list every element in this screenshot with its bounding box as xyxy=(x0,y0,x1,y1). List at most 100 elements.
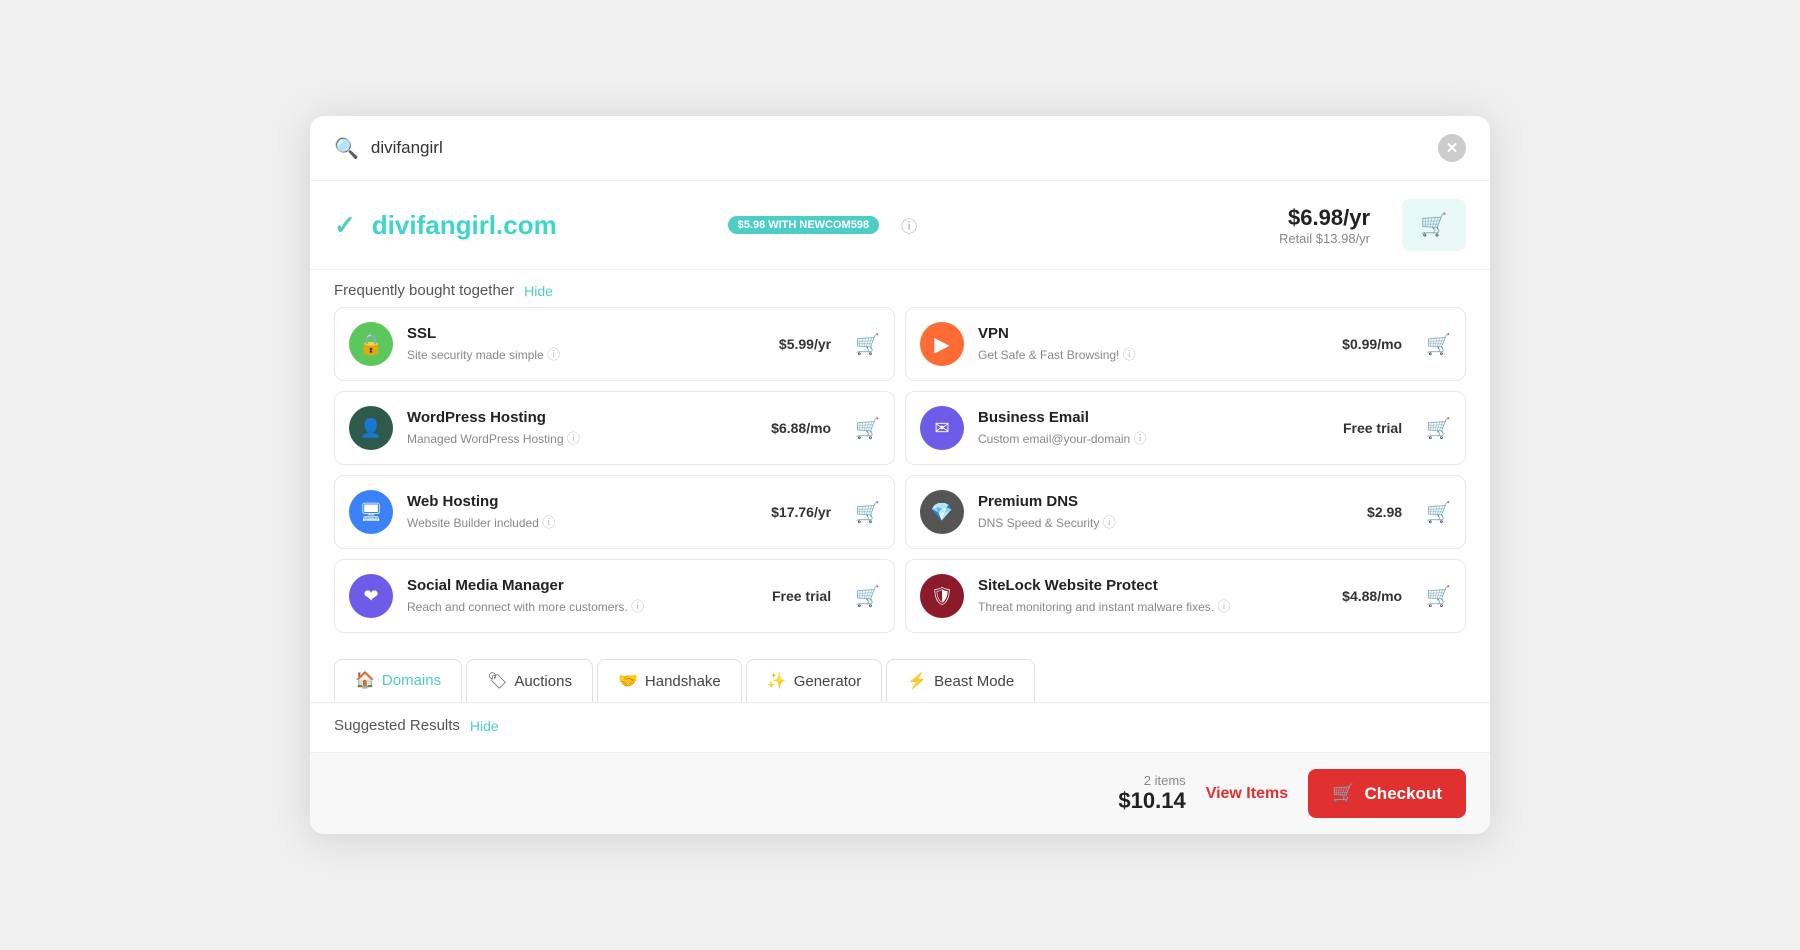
tabs-row: 🏠 Domains 🏷 Auctions 🤝 Handshake ✨ Gener… xyxy=(310,649,1490,703)
addon-webhosting-cart-button[interactable]: 🛒 xyxy=(855,500,880,525)
addon-social-desc: Reach and connect with more customers. ⓘ xyxy=(407,596,758,615)
addon-vpn-price: $0.99/mo xyxy=(1342,336,1402,352)
addon-wordpress-info: WordPress Hosting Managed WordPress Host… xyxy=(407,409,757,447)
addon-social-cart-button[interactable]: 🛒 xyxy=(855,584,880,609)
social-icon: ❤ xyxy=(349,574,393,618)
main-modal: 🔍 ✕ ✓ divifangirl.com $5.98 WITH NEWCOM5… xyxy=(310,116,1490,834)
addon-wordpress-name: WordPress Hosting xyxy=(407,409,757,426)
addon-sitelock: 🛡 SiteLock Website Protect Threat monito… xyxy=(905,559,1466,633)
addon-dns-price: $2.98 xyxy=(1367,504,1402,520)
dns-icon: 💎 xyxy=(920,490,964,534)
tab-handshake[interactable]: 🤝 Handshake xyxy=(597,659,742,702)
sitelock-icon: 🛡 xyxy=(920,574,964,618)
footer-bar: 2 items $10.14 View Items 🛒 Checkout xyxy=(310,752,1490,834)
addon-webhosting: 🖥 Web Hosting Website Builder included ⓘ… xyxy=(334,475,895,549)
addon-ssl: 🔒 SSL Site security made simple ⓘ $5.99/… xyxy=(334,307,895,381)
addon-wordpress-cart-button[interactable]: 🛒 xyxy=(855,416,880,441)
cart-icon: 🛒 xyxy=(1420,212,1447,238)
addon-email: ✉ Business Email Custom email@your-domai… xyxy=(905,391,1466,465)
tab-beastmode[interactable]: ⚡ Beast Mode xyxy=(886,659,1035,702)
addon-email-desc: Custom email@your-domain ⓘ xyxy=(978,428,1329,447)
addon-ssl-cart-button[interactable]: 🛒 xyxy=(855,332,880,357)
check-icon: ✓ xyxy=(334,210,356,241)
wordpress-icon: 👤 xyxy=(349,406,393,450)
addon-wordpress-desc: Managed WordPress Hosting ⓘ xyxy=(407,428,757,447)
price-main: $6.98/yr xyxy=(1279,205,1370,231)
tab-beastmode-label: Beast Mode xyxy=(934,673,1014,690)
addon-sitelock-price: $4.88/mo xyxy=(1342,588,1402,604)
domain-price: $6.98/yr Retail $13.98/yr xyxy=(1279,205,1370,246)
addon-dns-desc: DNS Speed & Security ⓘ xyxy=(978,512,1353,531)
price-retail: Retail $13.98/yr xyxy=(1279,231,1370,246)
suggested-results-header: Suggested Results Hide xyxy=(310,703,1490,744)
footer-summary: 2 items $10.14 xyxy=(1118,773,1185,814)
frequently-bought-header: Frequently bought together Hide xyxy=(310,270,1490,307)
addon-vpn-desc: Get Safe & Fast Browsing! ⓘ xyxy=(978,344,1328,363)
webhosting-icon: 🖥 xyxy=(349,490,393,534)
hide-frequently-bought[interactable]: Hide xyxy=(524,283,553,299)
promo-badge: $5.98 WITH NEWCOM598 xyxy=(728,216,879,234)
close-button[interactable]: ✕ xyxy=(1438,134,1466,162)
tab-auctions-label: Auctions xyxy=(514,673,572,690)
ssl-icon: 🔒 xyxy=(349,322,393,366)
addon-vpn: ▶ VPN Get Safe & Fast Browsing! ⓘ $0.99/… xyxy=(905,307,1466,381)
addon-wordpress: 👤 WordPress Hosting Managed WordPress Ho… xyxy=(334,391,895,465)
add-to-cart-button[interactable]: 🛒 xyxy=(1402,199,1466,251)
addon-vpn-cart-button[interactable]: 🛒 xyxy=(1426,332,1451,357)
hide-suggested[interactable]: Hide xyxy=(470,718,499,734)
search-bar: 🔍 ✕ xyxy=(310,116,1490,181)
tab-domains[interactable]: 🏠 Domains xyxy=(334,659,462,702)
frequently-bought-title: Frequently bought together xyxy=(334,282,514,299)
generator-tab-icon: ✨ xyxy=(767,671,787,691)
checkout-label: Checkout xyxy=(1365,784,1442,804)
addons-grid: 🔒 SSL Site security made simple ⓘ $5.99/… xyxy=(310,307,1490,649)
footer-items-count: 2 items xyxy=(1118,773,1185,788)
tab-generator-label: Generator xyxy=(794,673,862,690)
checkout-button[interactable]: 🛒 Checkout xyxy=(1308,769,1466,818)
domains-tab-icon: 🏠 xyxy=(355,670,375,690)
search-icon: 🔍 xyxy=(334,136,359,161)
auctions-tab-icon: 🏷 xyxy=(487,671,507,691)
addon-ssl-price: $5.99/yr xyxy=(779,336,831,352)
handshake-tab-icon: 🤝 xyxy=(618,671,638,691)
search-input[interactable] xyxy=(371,138,1426,158)
addon-vpn-info: VPN Get Safe & Fast Browsing! ⓘ xyxy=(978,325,1328,363)
tab-domains-label: Domains xyxy=(382,672,441,689)
suggested-results-title: Suggested Results xyxy=(334,717,460,734)
addon-ssl-info: SSL Site security made simple ⓘ xyxy=(407,325,765,363)
addon-webhosting-desc: Website Builder included ⓘ xyxy=(407,512,757,531)
footer-total: $10.14 xyxy=(1118,788,1185,814)
addon-ssl-desc: Site security made simple ⓘ xyxy=(407,344,765,363)
addon-social: ❤ Social Media Manager Reach and connect… xyxy=(334,559,895,633)
addon-dns-name: Premium DNS xyxy=(978,493,1353,510)
domain-result: ✓ divifangirl.com $5.98 WITH NEWCOM598 ⓘ… xyxy=(310,181,1490,270)
addon-wordpress-price: $6.88/mo xyxy=(771,420,831,436)
addon-email-cart-button[interactable]: 🛒 xyxy=(1426,416,1451,441)
vpn-icon: ▶ xyxy=(920,322,964,366)
addon-social-name: Social Media Manager xyxy=(407,577,758,594)
addon-social-info: Social Media Manager Reach and connect w… xyxy=(407,577,758,615)
addon-email-price: Free trial xyxy=(1343,420,1402,436)
tab-generator[interactable]: ✨ Generator xyxy=(746,659,882,702)
addon-webhosting-price: $17.76/yr xyxy=(771,504,831,520)
addon-webhosting-name: Web Hosting xyxy=(407,493,757,510)
info-icon[interactable]: ⓘ xyxy=(901,213,917,237)
email-icon: ✉ xyxy=(920,406,964,450)
addon-webhosting-info: Web Hosting Website Builder included ⓘ xyxy=(407,493,757,531)
addon-email-info: Business Email Custom email@your-domain … xyxy=(978,409,1329,447)
addon-dns-cart-button[interactable]: 🛒 xyxy=(1426,500,1451,525)
addon-email-name: Business Email xyxy=(978,409,1329,426)
tab-handshake-label: Handshake xyxy=(645,673,721,690)
addon-sitelock-desc: Threat monitoring and instant malware fi… xyxy=(978,596,1328,615)
addon-dns: 💎 Premium DNS DNS Speed & Security ⓘ $2.… xyxy=(905,475,1466,549)
beastmode-tab-icon: ⚡ xyxy=(907,671,927,691)
addon-sitelock-name: SiteLock Website Protect xyxy=(978,577,1328,594)
addon-sitelock-info: SiteLock Website Protect Threat monitori… xyxy=(978,577,1328,615)
addon-vpn-name: VPN xyxy=(978,325,1328,342)
domain-name: divifangirl.com xyxy=(372,210,702,241)
addon-ssl-name: SSL xyxy=(407,325,765,342)
addon-sitelock-cart-button[interactable]: 🛒 xyxy=(1426,584,1451,609)
checkout-cart-icon: 🛒 xyxy=(1332,783,1354,804)
view-items-button[interactable]: View Items xyxy=(1206,785,1288,803)
tab-auctions[interactable]: 🏷 Auctions xyxy=(466,659,593,702)
